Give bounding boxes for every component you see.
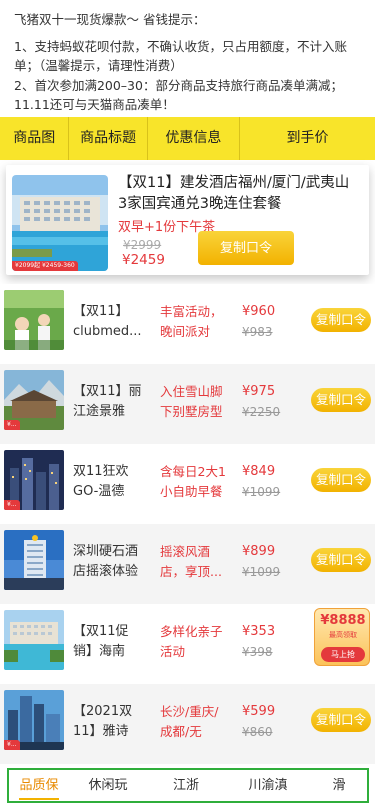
product-price-tag: ¥... (4, 740, 20, 750)
copy-code-button[interactable]: 复制口令 (311, 468, 371, 492)
featured-original-price: ¥2999 (123, 238, 162, 252)
product-promo: 丰富活动，晚间派对 (160, 304, 223, 339)
product-image[interactable]: ¥... (4, 370, 64, 430)
product-price-tag: ¥... (4, 500, 20, 510)
column-title: 商品标题 (80, 130, 137, 146)
product-price: ¥899 (242, 544, 276, 559)
coupon-amount: ¥8888 (320, 613, 366, 628)
coupon-subtitle: 最高领取 (329, 631, 357, 639)
column-promo: 优惠信息 (165, 130, 222, 146)
product-title: 双11狂欢GO-温德姆... (73, 464, 129, 499)
notice-title: 飞猪双十一现货爆款～ 省钱提示： (14, 12, 206, 27)
product-image[interactable] (4, 290, 64, 350)
product-title: 【双11】丽江途景雅阁... (73, 384, 142, 419)
featured-product-card[interactable]: ¥2099起 ¥2459-360 【双11】建发酒店福州/厦门/武夷山3家国宾通… (6, 165, 369, 275)
list-item[interactable]: 深圳硬石酒店摇滚体验1... 摇滚风酒店，享顶... ¥899 ¥1099 复制… (0, 524, 375, 604)
product-promo: 摇滚风酒店，享顶... (160, 544, 222, 579)
product-original-price: ¥1099 (242, 485, 281, 499)
coupon-badge[interactable]: ¥8888 最高领取 马上抢 (314, 608, 370, 666)
tab-jiangzhe[interactable]: 江浙 (147, 770, 225, 801)
product-title: 【双11】clubmed... (73, 304, 142, 339)
coupon-grab-button[interactable]: 马上抢 (321, 647, 365, 662)
tab-ski[interactable]: 滑 (311, 770, 367, 801)
notice-line-1: 1、支持蚂蚁花呗付款，不确认收货，只占用额度，不计入账单；（温馨提示，请理性消费… (14, 38, 347, 74)
product-image[interactable]: ¥... (4, 450, 64, 510)
product-price: ¥353 (242, 624, 276, 639)
savings-notice: 飞猪双十一现货爆款～ 省钱提示： 1、支持蚂蚁花呗付款，不确认收货，只占用额度，… (0, 0, 375, 117)
list-item[interactable]: 【双11】clubmed... 丰富活动，晚间派对 ¥960 ¥983 复制口令 (0, 284, 375, 364)
column-image: 商品图 (13, 130, 56, 146)
tab-quality[interactable]: 品质保 (9, 770, 69, 801)
product-image[interactable] (4, 610, 64, 670)
product-original-price: ¥2250 (242, 405, 281, 419)
product-price: ¥960 (242, 304, 276, 319)
notice-line-2: 2、首次参加满200–30：部分商品支持旅行商品凑单满减；11.11还可与天猫商… (14, 77, 343, 113)
product-promo: 多样化亲子活动 (160, 624, 223, 659)
product-original-price: ¥1099 (242, 565, 281, 579)
product-price: ¥849 (242, 464, 276, 479)
tab-leisure[interactable]: 休闲玩 (69, 770, 147, 801)
featured-title: 【双11】建发酒店福州/厦门/武夷山3家国宾通兑3晚连住套餐 (118, 175, 350, 212)
product-price: ¥599 (242, 704, 276, 719)
copy-code-button[interactable]: 复制口令 (311, 388, 371, 412)
copy-code-button[interactable]: 复制口令 (311, 548, 371, 572)
product-title: 【2021双11】雅诗阁... (73, 704, 133, 739)
list-item[interactable]: ¥... 【2021双11】雅诗阁... 长沙/重庆/成都/无锡/... ¥59… (0, 684, 375, 764)
featured-product-image[interactable]: ¥2099起 ¥2459-360 (12, 175, 108, 271)
product-promo: 含每日2大1小自助早餐 (160, 464, 226, 499)
column-price: 到手价 (286, 130, 329, 146)
copy-code-button[interactable]: 复制口令 (311, 708, 371, 732)
copy-code-button[interactable]: 复制口令 (311, 308, 371, 332)
list-item[interactable]: ¥... 【双11】丽江途景雅阁... 入住雪山脚下别墅房型 ¥975 ¥225… (0, 364, 375, 444)
featured-price: ¥2459 (122, 252, 165, 268)
product-price-tag: ¥... (4, 420, 20, 430)
list-item[interactable]: 【双11促销】海南海... 多样化亲子活动 ¥353 ¥398 ¥8888 最高… (0, 604, 375, 684)
copy-code-button[interactable]: 复制口令 (198, 231, 294, 265)
tab-chuanyudian[interactable]: 川渝滇 (225, 770, 311, 801)
product-original-price: ¥860 (242, 725, 273, 739)
product-list: 【双11】clubmed... 丰富活动，晚间派对 ¥960 ¥983 复制口令… (0, 284, 375, 764)
product-image[interactable]: ¥... (4, 690, 64, 750)
product-promo: 长沙/重庆/成都/无锡/... (160, 704, 219, 739)
product-promo: 入住雪山脚下别墅房型 (160, 384, 223, 419)
product-original-price: ¥983 (242, 325, 273, 339)
product-image[interactable] (4, 530, 64, 590)
product-title: 深圳硬石酒店摇滚体验1... (73, 544, 139, 579)
product-title: 【双11促销】海南海... (73, 624, 129, 659)
category-tab-bar: 品质保 休闲玩 江浙 川渝滇 滑 (7, 768, 369, 803)
list-item[interactable]: ¥... 双11狂欢GO-温德姆... 含每日2大1小自助早餐 ¥849 ¥10… (0, 444, 375, 524)
product-original-price: ¥398 (242, 645, 273, 659)
product-price: ¥975 (242, 384, 276, 399)
featured-price-tag: ¥2099起 ¥2459-360 (12, 261, 78, 271)
column-header: 商品图 商品标题 优惠信息 到手价 (0, 117, 375, 160)
